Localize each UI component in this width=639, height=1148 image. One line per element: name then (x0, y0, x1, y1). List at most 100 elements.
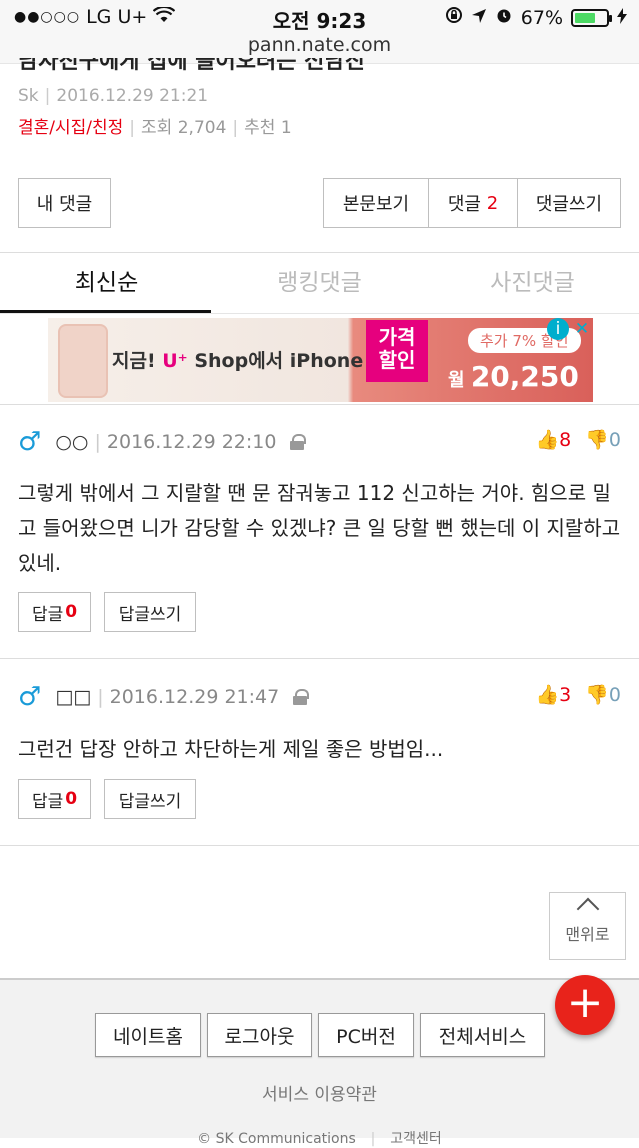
status-right: 67% (445, 6, 627, 29)
write-comment-label: 댓글쓰기 (535, 194, 603, 215)
charging-bolt-icon (617, 7, 627, 29)
copyright-line: © SK Communications | 고객센터 (0, 1128, 639, 1148)
article-meta: Sk | 2016.12.29 21:21 (18, 86, 208, 106)
rotation-lock-icon (445, 6, 463, 29)
down-count: 0 (608, 684, 621, 706)
terms-link[interactable]: 서비스 이용약관 (0, 1080, 639, 1105)
views-count: 2,704 (177, 118, 227, 138)
ad-price-prefix: 월 (448, 370, 471, 391)
up-count: 3 (559, 684, 572, 706)
write-reply-button[interactable]: 답글쓰기 (104, 592, 196, 632)
comment-header: ♂ ○○ | 2016.12.29 22:10 (18, 427, 307, 457)
comment-author[interactable]: ○○ (55, 431, 88, 453)
ad-sale-line2: 할인 (378, 348, 416, 372)
tab-photo[interactable]: 사진댓글 (426, 262, 639, 312)
reply-button[interactable]: 답글 0 (18, 592, 91, 632)
recommend-label: 추천 (244, 118, 276, 138)
article-date: 2016.12.29 21:21 (56, 86, 209, 106)
reply-count: 0 (65, 789, 78, 809)
comment-date: 2016.12.29 22:10 (106, 431, 277, 453)
status-bar: ●●○○○ LG U+ 오전 9:23 67% (0, 0, 639, 34)
ad-close-icon[interactable]: ✕ (571, 318, 593, 340)
comments-label: 댓글 (447, 194, 481, 215)
reply-button[interactable]: 답글 0 (18, 779, 91, 819)
ad-controls: i ✕ (547, 318, 593, 340)
article-stats: 결혼/시집/친정 | 조회 2,704 | 추천 1 (18, 113, 292, 138)
my-comments-label: 내 댓글 (36, 194, 93, 215)
alarm-icon (495, 6, 513, 29)
views-label: 조회 (141, 118, 173, 138)
comment-date: 2016.12.29 21:47 (109, 686, 280, 708)
thumbs-down-button[interactable]: 👎0 (585, 683, 621, 706)
write-reply-label: 답글쓰기 (118, 604, 182, 625)
ad-sale-line1: 가격 (378, 325, 416, 349)
footer: 네이트홈 로그아웃 PC버전 전체서비스 서비스 이용약관 © SK Commu… (0, 978, 639, 1147)
comments-count: 2 (486, 192, 499, 214)
view-body-button[interactable]: 본문보기 (323, 178, 429, 228)
divider (0, 313, 639, 314)
article-title: 남자친구에게 집에 들어오려는 전남친 (18, 58, 365, 74)
lock-icon (293, 689, 310, 705)
reply-label: 답글 (31, 791, 64, 812)
up-count: 8 (559, 429, 572, 451)
divider: | (232, 118, 239, 138)
back-to-top-label: 맨위로 (565, 925, 610, 944)
view-body-label: 본문보기 (342, 194, 410, 215)
divider: | (44, 86, 51, 106)
write-comment-button[interactable]: 댓글쓰기 (517, 178, 621, 228)
male-icon: ♂ (18, 427, 42, 457)
divider (0, 845, 639, 846)
location-arrow-icon (471, 7, 487, 29)
comments-button[interactable]: 댓글 2 (428, 178, 518, 228)
thumbs-up-button[interactable]: 👍3 (535, 683, 571, 706)
reply-label: 답글 (31, 604, 64, 625)
reply-count: 0 (65, 602, 78, 622)
comment-author[interactable]: □□ (55, 686, 91, 708)
write-reply-button[interactable]: 답글쓰기 (104, 779, 196, 819)
all-services-button[interactable]: 전체서비스 (420, 1013, 545, 1057)
back-to-top-button[interactable]: 맨위로 (549, 892, 626, 960)
pc-version-button[interactable]: PC버전 (318, 1013, 414, 1057)
divider: | (361, 1131, 385, 1147)
floating-add-button[interactable]: + (555, 975, 615, 1035)
ad-sale-badge: 가격 할인 (366, 320, 428, 382)
battery-icon (571, 8, 612, 27)
ad-banner[interactable]: 지금! U⁺ Shop에서 iPhone SE 가격 할인 추가 7% 할인 월 … (48, 318, 593, 402)
thumbs-up-button[interactable]: 👍8 (535, 428, 571, 451)
divider (0, 252, 639, 253)
comment-text: 그렇게 밖에서 그 지랄할 땐 문 잠궈놓고 112 신고하는 거야. 힘으로 … (18, 481, 621, 575)
write-reply-label: 답글쓰기 (118, 791, 182, 812)
ad-text-prefix: 지금! (112, 350, 163, 372)
copyright-text: © SK Communications (197, 1131, 356, 1147)
logout-button[interactable]: 로그아웃 (207, 1013, 312, 1057)
support-link[interactable]: 고객센터 (390, 1131, 442, 1147)
ad-text: 지금! U⁺ Shop에서 iPhone SE (112, 346, 396, 373)
battery-level (575, 12, 596, 23)
male-icon: ♂ (18, 682, 42, 712)
comment-votes: 👍8 👎0 (535, 428, 621, 451)
article-author[interactable]: Sk (18, 86, 39, 106)
divider (0, 658, 639, 659)
comment-votes: 👍3 👎0 (535, 683, 621, 706)
divider: | (97, 686, 104, 708)
tab-ranking[interactable]: 랭킹댓글 (213, 262, 426, 312)
lock-icon (290, 434, 307, 450)
article-category[interactable]: 결혼/시집/친정 (18, 118, 123, 138)
my-comments-button[interactable]: 내 댓글 (18, 178, 111, 228)
nate-home-button[interactable]: 네이트홈 (95, 1013, 201, 1057)
plus-icon: + (566, 977, 604, 1028)
comment-text: 그런건 답장 안하고 차단하는게 제일 좋은 방법임... (18, 737, 444, 761)
ad-brand: U⁺ (162, 350, 188, 372)
ad-info-icon[interactable]: i (547, 318, 569, 340)
thumbs-down-button[interactable]: 👎0 (585, 428, 621, 451)
ad-price: 월 20,250원 (448, 360, 593, 402)
recommend-count: 1 (280, 118, 292, 138)
divider (0, 404, 639, 405)
battery-percent: 67% (520, 6, 563, 29)
comment-header: ♂ □□ | 2016.12.29 21:47 (18, 682, 310, 712)
tab-latest[interactable]: 최신순 (0, 262, 213, 312)
ad-price-value: 20,250 (470, 360, 579, 393)
down-count: 0 (608, 429, 621, 451)
chevron-up-icon (576, 897, 599, 921)
url-text: pann.nate.com (247, 34, 392, 56)
